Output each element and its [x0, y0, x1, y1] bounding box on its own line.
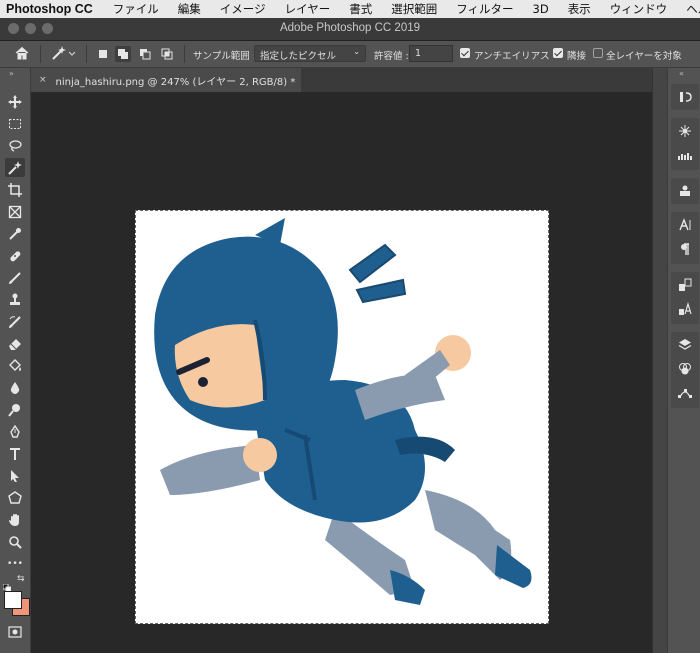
menu-3d[interactable]: 3D	[533, 2, 549, 16]
document-tab[interactable]: × ninja_hashiru.png @ 247% (レイヤー 2, RGB/…	[31, 68, 301, 92]
intersect-selection-mode-button[interactable]	[159, 46, 175, 62]
mac-menubar: Photoshop CC ファイル 編集 イメージ レイヤー 書式 選択範囲 フ…	[0, 0, 700, 18]
type-tool-icon[interactable]	[5, 444, 25, 463]
zoom-tool-icon[interactable]	[5, 532, 25, 551]
menu-filter[interactable]: フィルター	[456, 1, 513, 17]
window-titlebar: Adobe Photoshop CC 2019	[0, 18, 700, 41]
clone-source-icon[interactable]	[674, 182, 696, 200]
tolerance-label: 許容値 :	[374, 51, 409, 62]
character-panel-icon[interactable]	[674, 216, 696, 234]
lasso-tool-icon[interactable]	[5, 136, 25, 155]
clone-stamp-tool-icon[interactable]	[5, 290, 25, 309]
layers-panel-icon[interactable]	[674, 336, 696, 354]
eraser-tool-icon[interactable]	[5, 334, 25, 353]
history-brush-tool-icon[interactable]	[5, 312, 25, 331]
move-tool-icon[interactable]	[5, 92, 25, 111]
menu-window[interactable]: ウィンドウ	[610, 1, 668, 17]
swap-colors-icon[interactable]: ⇆	[17, 574, 25, 584]
sample-size-value: 指定したピクセル	[260, 51, 337, 62]
panel-divider[interactable]	[652, 68, 667, 653]
right-dock: «	[667, 68, 700, 653]
character-styles-icon[interactable]	[674, 300, 696, 318]
path-selection-tool-icon[interactable]	[5, 466, 25, 485]
quick-mask-icon[interactable]	[5, 622, 25, 641]
window-title: Adobe Photoshop CC 2019	[279, 22, 421, 34]
crop-tool-icon[interactable]	[5, 180, 25, 199]
sample-size-label: サンプル範囲 :	[193, 51, 256, 62]
pen-tool-icon[interactable]	[5, 422, 25, 441]
more-tools-icon[interactable]: •••	[5, 554, 25, 573]
hand-tool-icon[interactable]	[5, 510, 25, 529]
selection-marquee	[135, 210, 549, 624]
add-selection-mode-button[interactable]	[115, 46, 131, 62]
contiguous-checkbox[interactable]	[553, 48, 563, 58]
magic-wand-preset-icon[interactable]	[50, 45, 76, 64]
foreground-color-swatch[interactable]	[4, 591, 22, 609]
menu-layer[interactable]: レイヤー	[285, 1, 331, 17]
brushes-panel-icon[interactable]	[674, 146, 696, 164]
glyphs-panel-icon[interactable]	[674, 276, 696, 294]
menu-image[interactable]: イメージ	[220, 1, 266, 17]
menu-view[interactable]: 表示	[568, 1, 591, 17]
menu-file[interactable]: ファイル	[113, 1, 159, 17]
close-tab-icon[interactable]: ×	[39, 75, 47, 85]
paths-panel-icon[interactable]	[674, 384, 696, 402]
paragraph-panel-icon[interactable]	[674, 240, 696, 258]
dodge-tool-icon[interactable]	[5, 400, 25, 419]
blur-tool-icon[interactable]	[5, 378, 25, 397]
eyedropper-tool-icon[interactable]	[5, 224, 25, 243]
marquee-tool-icon[interactable]	[5, 114, 25, 133]
subtract-selection-mode-button[interactable]	[137, 46, 153, 62]
all-layers-label: 全レイヤーを対象	[606, 51, 682, 62]
collapse-icon[interactable]: »	[9, 69, 14, 78]
brush-tool-icon[interactable]	[5, 268, 25, 287]
menu-help[interactable]: ヘルプ	[686, 1, 700, 17]
menu-type[interactable]: 書式	[349, 1, 372, 17]
magic-wand-tool-icon[interactable]	[5, 158, 25, 177]
document-tab-bar: × ninja_hashiru.png @ 247% (レイヤー 2, RGB/…	[31, 68, 652, 93]
antialias-checkbox[interactable]	[460, 48, 470, 58]
menu-edit[interactable]: 編集	[178, 1, 201, 17]
paint-bucket-tool-icon[interactable]	[5, 356, 25, 375]
healing-brush-tool-icon[interactable]	[5, 246, 25, 265]
expand-panels-icon[interactable]: «	[679, 69, 684, 78]
contiguous-label: 隣接	[567, 51, 587, 62]
channels-panel-icon[interactable]	[674, 360, 696, 378]
all-layers-checkbox[interactable]	[593, 48, 603, 58]
document-tab-title: ninja_hashiru.png @ 247% (レイヤー 2, RGB/8)…	[55, 76, 296, 88]
menu-select[interactable]: 選択範囲	[391, 1, 437, 17]
shape-tool-icon[interactable]	[5, 488, 25, 507]
frame-tool-icon[interactable]	[5, 202, 25, 221]
options-bar: サンプル範囲 : 指定したピクセル ⌄ 許容値 : 1 アンチエイリアス 隣接 …	[0, 41, 700, 68]
app-menu[interactable]: Photoshop CC	[6, 2, 93, 16]
chevron-down-icon: ⌄	[353, 47, 360, 56]
sample-size-dropdown[interactable]: 指定したピクセル ⌄	[254, 45, 366, 62]
history-panel-icon[interactable]	[674, 88, 696, 106]
antialias-label: アンチエイリアス	[474, 51, 550, 62]
new-selection-mode-button[interactable]	[95, 46, 111, 62]
home-icon[interactable]	[14, 45, 30, 64]
brush-settings-icon[interactable]	[674, 122, 696, 140]
tools-panel: » ••• ⇆	[0, 68, 31, 653]
tolerance-input[interactable]: 1	[409, 45, 453, 62]
